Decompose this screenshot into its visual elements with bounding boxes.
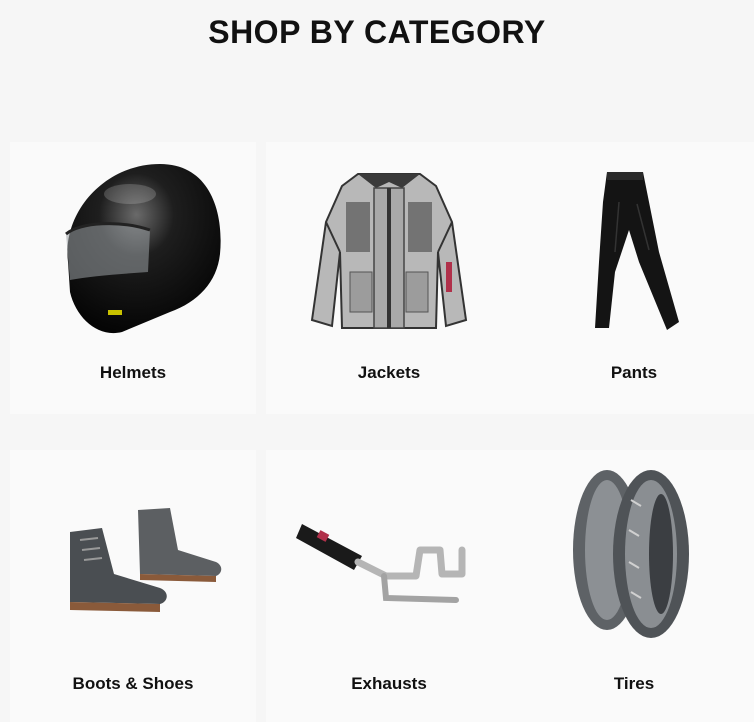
category-grid: Helmets Jackets Pants Boots & Shoes Exha… — [0, 0, 754, 722]
category-label: Boots & Shoes — [72, 674, 194, 693]
category-label: Jackets — [357, 363, 421, 382]
exhaust-icon — [296, 524, 466, 603]
category-label: Tires — [613, 674, 655, 693]
category-card-helmets[interactable]: Helmets — [10, 142, 256, 414]
category-card-boots-shoes[interactable]: Boots & Shoes — [10, 450, 256, 722]
tires-icon — [573, 470, 689, 638]
boots-icon — [70, 508, 222, 612]
category-label: Exhausts — [351, 674, 427, 693]
category-label: Helmets — [99, 363, 167, 382]
category-card-tires[interactable]: Tires — [511, 450, 754, 722]
category-card-pants[interactable]: Pants — [511, 142, 754, 414]
category-card-jackets[interactable]: Jackets — [266, 142, 512, 414]
jacket-icon — [310, 173, 468, 329]
pants-icon — [595, 172, 679, 330]
category-label: Pants — [610, 363, 658, 382]
category-card-exhausts[interactable]: Exhausts — [266, 450, 512, 722]
helmet-icon — [65, 164, 221, 334]
